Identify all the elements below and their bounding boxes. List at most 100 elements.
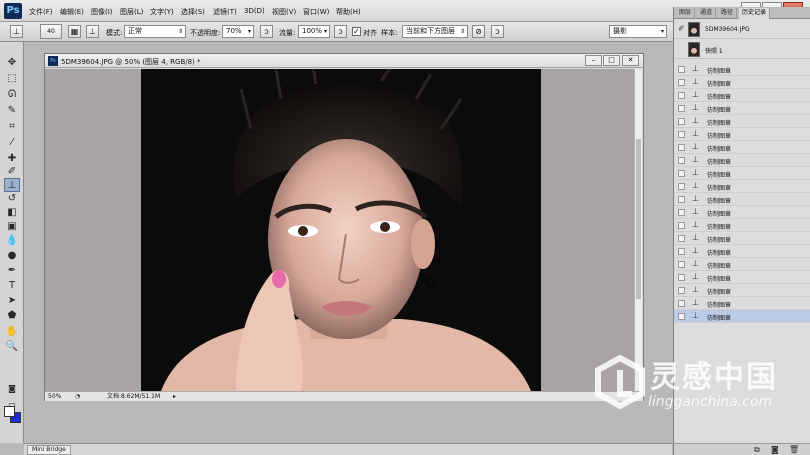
document-title-bar[interactable]: Ps 5DM39604.JPG @ 50% (图层 4, RGB/8) * – … <box>45 54 643 68</box>
history-source-checkbox[interactable] <box>678 300 685 307</box>
clone-stamp-preset-icon[interactable]: ⊥ <box>10 25 23 38</box>
marquee-icon[interactable]: ⬚ <box>4 72 20 86</box>
tab-layers[interactable]: 图层 <box>676 8 696 19</box>
history-step[interactable]: ⊥ 仿制图章 <box>674 245 810 258</box>
menu-layer[interactable]: 图层(L) <box>120 7 143 17</box>
crop-icon[interactable]: ⌗ <box>4 120 20 134</box>
history-step[interactable]: ⊥ 仿制图章 <box>674 76 810 89</box>
lasso-icon[interactable]: ᘏ <box>4 88 20 102</box>
history-step[interactable]: ⊥ 仿制图章 <box>674 297 810 310</box>
history-step[interactable]: ⊥ 仿制图章 <box>674 232 810 245</box>
history-step[interactable]: ⊥ 仿制图章 <box>674 102 810 115</box>
history-step[interactable]: ⊥ 仿制图章 <box>674 258 810 271</box>
trash-icon[interactable]: 🗑 <box>789 445 799 455</box>
move-icon[interactable]: ✥ <box>4 56 20 70</box>
brush-size-picker[interactable]: 40 <box>40 24 62 39</box>
aligned-checkbox[interactable]: ✓ <box>352 27 361 36</box>
history-source-checkbox[interactable] <box>678 105 685 112</box>
eraser-icon[interactable]: ◧ <box>4 206 20 220</box>
history-source-checkbox[interactable] <box>678 235 685 242</box>
history-source-checkbox[interactable] <box>678 274 685 281</box>
opacity-input[interactable]: 70% ▾ <box>222 25 254 38</box>
scrollbar-thumb[interactable] <box>636 139 641 299</box>
airbrush-icon[interactable]: ↄ <box>334 25 347 38</box>
menu-3d[interactable]: 3D(D) <box>244 7 265 15</box>
history-brush-icon[interactable]: ↺ <box>4 192 20 206</box>
history-brush-source-icon[interactable]: ✐ <box>678 24 685 34</box>
history-source-checkbox[interactable] <box>678 196 685 203</box>
snapshot-row[interactable]: 快照 1 <box>674 40 810 59</box>
tab-channels[interactable]: 通道 <box>697 8 717 19</box>
history-source-checkbox[interactable] <box>678 287 685 294</box>
menu-window[interactable]: 窗口(W) <box>303 7 329 17</box>
status-menu-arrow[interactable]: ▸ <box>173 392 176 401</box>
history-step[interactable]: ⊥ 仿制图章 <box>674 193 810 206</box>
shape-icon[interactable]: ⬟ <box>4 309 20 323</box>
blur-icon[interactable]: 💧 <box>4 234 20 248</box>
history-step[interactable]: ⊥ 仿制图章 <box>674 63 810 76</box>
path-select-icon[interactable]: ➤ <box>4 294 20 308</box>
zoom-icon[interactable]: 🔍 <box>4 340 20 354</box>
history-step[interactable]: ⊥ 仿制图章 <box>674 206 810 219</box>
flow-input[interactable]: 100% ▾ <box>298 25 330 38</box>
history-step[interactable]: ⊥ 仿制图章 <box>674 310 810 323</box>
brush-icon[interactable]: ✐ <box>4 165 20 179</box>
menu-image[interactable]: 图像(I) <box>91 7 113 17</box>
history-step[interactable]: ⊥ 仿制图章 <box>674 180 810 193</box>
brush-panel-icon[interactable]: ▦ <box>68 25 81 38</box>
history-source-checkbox[interactable] <box>678 118 685 125</box>
history-source-checkbox[interactable] <box>678 131 685 138</box>
ignore-adjustment-icon[interactable]: ⊘ <box>472 25 485 38</box>
history-step[interactable]: ⊥ 仿制图章 <box>674 115 810 128</box>
menu-view[interactable]: 视图(V) <box>272 7 296 17</box>
history-source-checkbox[interactable] <box>678 92 685 99</box>
quick-mask-icon[interactable]: ◙ <box>4 382 20 396</box>
menu-file[interactable]: 文件(F) <box>29 7 53 17</box>
history-step[interactable]: ⊥ 仿制图章 <box>674 128 810 141</box>
history-step[interactable]: ⊥ 仿制图章 <box>674 167 810 180</box>
doc-size[interactable]: 文档:8.62M/51.1M <box>107 392 160 401</box>
doc-minimize-button[interactable]: – <box>585 55 602 66</box>
history-step[interactable]: ⊥ 仿制图章 <box>674 154 810 167</box>
history-source-checkbox[interactable] <box>678 170 685 177</box>
portrait-photo[interactable] <box>141 69 541 391</box>
doc-close-button[interactable]: ✕ <box>622 55 639 66</box>
pressure-size-icon[interactable]: ↄ <box>491 25 504 38</box>
pen-icon[interactable]: ✒ <box>4 264 20 278</box>
history-source-checkbox[interactable] <box>678 157 685 164</box>
sample-select[interactable]: 当前和下方图层 ⇕ <box>402 25 468 38</box>
tab-history[interactable]: 历史记录 <box>739 8 771 19</box>
snapshot-row[interactable]: ✐ 5DM39604.JPG <box>674 20 810 39</box>
history-source-checkbox[interactable] <box>678 313 685 320</box>
vertical-scrollbar[interactable] <box>634 69 642 391</box>
quick-select-icon[interactable]: ✎ <box>4 104 20 118</box>
hand-icon[interactable]: ✋ <box>4 325 20 339</box>
history-source-checkbox[interactable] <box>678 79 685 86</box>
history-step[interactable]: ⊥ 仿制图章 <box>674 219 810 232</box>
history-source-checkbox[interactable] <box>678 144 685 151</box>
pressure-opacity-icon[interactable]: ↄ <box>260 25 273 38</box>
menu-select[interactable]: 选择(S) <box>181 7 205 17</box>
menu-type[interactable]: 文字(Y) <box>150 7 174 17</box>
history-source-checkbox[interactable] <box>678 248 685 255</box>
type-icon[interactable]: T <box>4 279 20 293</box>
eyedropper-icon[interactable]: ⁄ <box>4 136 20 150</box>
tab-paths[interactable]: 路径 <box>718 8 738 19</box>
workspace-select[interactable]: 摄影 ▾ <box>609 25 667 38</box>
new-document-from-state-icon[interactable]: ⧉ <box>754 445 760 455</box>
healing-brush-icon[interactable]: ✚ <box>4 152 20 166</box>
menu-edit[interactable]: 编辑(E) <box>60 7 84 17</box>
history-source-checkbox[interactable] <box>678 66 685 73</box>
canvas-area[interactable] <box>45 69 634 391</box>
zoom-level[interactable]: 50% <box>48 392 61 401</box>
history-source-checkbox[interactable] <box>678 183 685 190</box>
doc-maximize-button[interactable]: □ <box>603 55 620 66</box>
foreground-color-swatch[interactable] <box>4 406 15 417</box>
gradient-icon[interactable]: ▣ <box>4 220 20 234</box>
menu-filter[interactable]: 滤镜(T) <box>213 7 237 17</box>
history-step[interactable]: ⊥ 仿制图章 <box>674 89 810 102</box>
mode-select[interactable]: 正常 ⇕ <box>124 25 186 38</box>
history-step[interactable]: ⊥ 仿制图章 <box>674 271 810 284</box>
history-source-checkbox[interactable] <box>678 261 685 268</box>
dodge-icon[interactable]: ● <box>4 249 20 263</box>
